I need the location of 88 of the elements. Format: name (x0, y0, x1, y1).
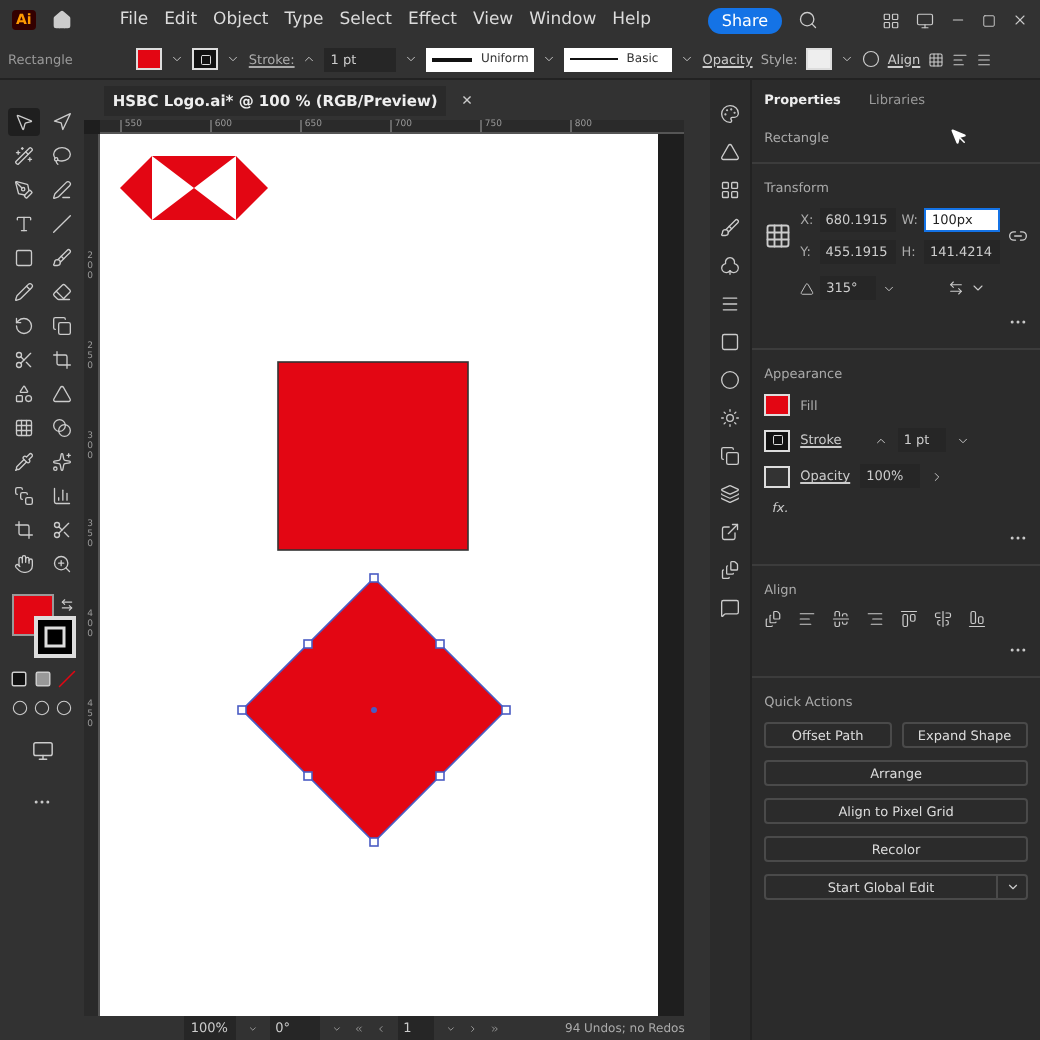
caret-icon[interactable] (955, 433, 970, 447)
curvature-pen-icon[interactable] (51, 180, 72, 200)
menu-item[interactable]: Help (612, 10, 652, 30)
rectangle-tool-icon[interactable] (13, 248, 34, 268)
eraser-icon[interactable] (51, 282, 72, 302)
pencil-icon[interactable] (13, 282, 34, 302)
menu-item[interactable]: Object (213, 10, 269, 30)
align-middle-icon[interactable] (934, 610, 953, 628)
caret-icon[interactable] (332, 1021, 342, 1035)
hand-tool-icon[interactable] (13, 554, 34, 574)
comments-icon[interactable] (720, 598, 741, 618)
caret-icon[interactable] (930, 469, 945, 483)
selection-handle[interactable] (237, 705, 248, 715)
center-point (371, 707, 378, 713)
caret-icon[interactable] (882, 281, 897, 295)
caret-icon (1005, 880, 1019, 894)
fill-swatch[interactable] (136, 48, 163, 70)
paintbrush-icon[interactable] (51, 248, 72, 268)
selection-handle[interactable] (303, 771, 314, 781)
scissors-icon[interactable] (13, 350, 34, 370)
fill-swatch[interactable] (764, 394, 791, 416)
style-swatch[interactable] (805, 48, 832, 70)
export-icon[interactable] (720, 522, 741, 542)
lasso-icon[interactable] (51, 146, 72, 166)
caret-icon[interactable] (226, 52, 241, 66)
fill-stroke-swatches[interactable] (12, 594, 77, 658)
stroke-line-icon (570, 58, 619, 60)
selection-handle[interactable] (501, 705, 512, 715)
home-icon[interactable] (51, 10, 72, 30)
menu-item[interactable]: Window (529, 10, 597, 30)
layers-icon[interactable] (720, 484, 741, 504)
align-center-icon[interactable] (832, 610, 851, 628)
menu-item[interactable]: View (472, 10, 514, 30)
stroke-swatch[interactable] (192, 48, 219, 70)
line-tool-icon[interactable] (51, 214, 72, 234)
type-tool-icon[interactable] (13, 214, 34, 234)
palette-icon[interactable] (720, 104, 741, 124)
swap-colors-icon[interactable] (60, 598, 75, 612)
caret-icon[interactable] (170, 52, 185, 66)
caret-icon[interactable] (542, 52, 557, 66)
menu-item[interactable]: Select (339, 10, 392, 30)
align-left-icon[interactable] (798, 610, 817, 628)
align-right-icon[interactable] (866, 610, 885, 628)
close-icon[interactable] (1012, 12, 1028, 28)
selection-handle[interactable] (303, 639, 314, 649)
rotate-icon[interactable] (13, 316, 34, 336)
caret-icon[interactable] (404, 52, 419, 66)
align-bottom-icon[interactable] (968, 610, 987, 628)
direct-selection-icon[interactable] (51, 112, 72, 132)
constrain-link-icon[interactable] (1008, 226, 1028, 246)
eyedropper-icon[interactable] (13, 452, 34, 472)
selection-handle[interactable] (435, 771, 446, 781)
gradient-mode-icon[interactable] (33, 670, 52, 688)
stepper-icon[interactable] (873, 433, 888, 447)
share-button[interactable]: Share (707, 7, 782, 33)
align-top-icon[interactable] (900, 610, 919, 628)
screen-mode-icon[interactable] (31, 740, 54, 762)
stroke-swatch[interactable] (764, 429, 791, 451)
menu-item[interactable]: Edit (164, 10, 198, 30)
cursor-icon (950, 128, 968, 146)
color-mode-icon[interactable] (9, 670, 28, 688)
zoom-icon[interactable] (51, 554, 72, 574)
maximize-icon[interactable] (982, 13, 996, 27)
stepper-icon[interactable] (302, 52, 317, 66)
first-artboard-icon[interactable] (353, 1021, 364, 1035)
search-icon[interactable] (798, 10, 818, 30)
previous-artboard-icon[interactable] (375, 1021, 386, 1035)
caret-icon[interactable] (446, 1021, 456, 1035)
tab-close-button[interactable]: × (461, 90, 473, 110)
last-artboard-icon[interactable] (489, 1021, 500, 1035)
selection-handle[interactable] (369, 837, 380, 847)
screen-mode-icon[interactable] (916, 11, 934, 29)
selection-tool-icon[interactable] (13, 112, 34, 132)
stroke-line-icon (432, 57, 473, 61)
flip-horizontal-icon[interactable] (948, 280, 965, 296)
menu-item[interactable]: Type (284, 10, 324, 30)
menu-item[interactable]: File (119, 10, 149, 30)
selection-handle[interactable] (369, 573, 380, 583)
pen-tool-icon[interactable] (13, 180, 34, 200)
graph-tool-icon[interactable] (51, 486, 72, 506)
selection-handle[interactable] (435, 639, 446, 649)
menu-item[interactable]: Effect (407, 10, 457, 30)
menu-icon[interactable] (976, 51, 993, 67)
brushes-icon[interactable] (720, 218, 741, 238)
caret-icon[interactable] (680, 52, 695, 66)
magic-wand-icon[interactable] (13, 146, 34, 166)
caret-icon[interactable] (839, 52, 854, 66)
next-artboard-icon[interactable] (467, 1021, 478, 1035)
